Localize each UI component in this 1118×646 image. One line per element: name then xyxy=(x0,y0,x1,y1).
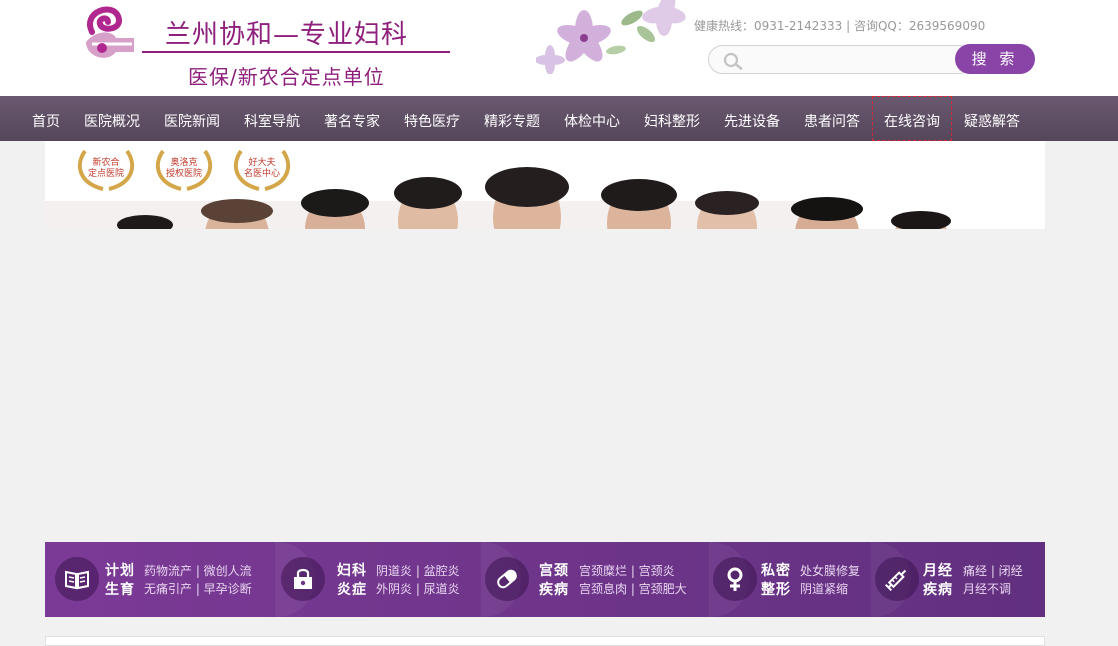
flower-decoration-icon xyxy=(536,0,686,74)
category-title-line-2: 炎症 xyxy=(337,582,367,598)
category-cervical-disease[interactable]: 宫颈 疾病 宫颈糜烂 | 宫颈炎 宫颈息肉 | 宫颈肥大 xyxy=(485,542,709,617)
nav-item-department-guide[interactable]: 科室导航 xyxy=(232,96,312,141)
category-title-line-1: 计划 xyxy=(105,563,135,579)
award-text: 好大夫 名医中心 xyxy=(243,158,280,179)
syringe-icon xyxy=(884,569,907,592)
award-badge-haodaifu: 好大夫 名医中心 xyxy=(229,145,295,193)
category-link-row[interactable]: 无痛引产 | 早孕诊断 xyxy=(144,580,252,598)
category-menstrual-disease[interactable]: 月经 疾病 痛经 | 闭经 月经不调 xyxy=(875,542,1043,617)
category-title-line-2: 疾病 xyxy=(923,582,953,598)
category-link-row[interactable]: 宫颈糜烂 | 宫颈炎 xyxy=(579,562,687,580)
category-links[interactable]: 痛经 | 闭经 月经不调 xyxy=(963,562,1023,598)
empty-content-area xyxy=(0,229,1118,542)
bottom-content-panel xyxy=(45,636,1045,646)
category-title-line-1: 妇科 xyxy=(337,563,367,579)
site-header: 兰州协和—专业妇科 医保/新农合定点单位 健康热线：0931-2142333 |… xyxy=(0,0,1118,96)
category-links[interactable]: 宫颈糜烂 | 宫颈炎 宫颈息肉 | 宫颈肥大 xyxy=(579,562,687,598)
category-gyn-inflammation[interactable]: 妇科 炎症 阴道炎 | 盆腔炎 外阴炎 | 尿道炎 xyxy=(281,542,481,617)
logo-icon[interactable] xyxy=(72,2,138,66)
experts-banner[interactable]: 新农合 定点医院 奥洛克 授权医院 好大夫 名医中心 xyxy=(45,141,1045,229)
category-link-row[interactable]: 月经不调 xyxy=(963,580,1023,598)
category-private-plastic[interactable]: 私密 整形 处女膜修复 阴道紧缩 xyxy=(713,542,873,617)
category-link-row[interactable]: 痛经 | 闭经 xyxy=(963,562,1023,580)
category-icon-circle xyxy=(55,557,99,601)
nav-item-home[interactable]: 首页 xyxy=(20,96,72,141)
nav-item-hospital-overview[interactable]: 医院概况 xyxy=(72,96,152,141)
nav-item-featured-topics[interactable]: 精彩专题 xyxy=(472,96,552,141)
category-title[interactable]: 宫颈 疾病 xyxy=(539,562,569,600)
award-badge-aoluoke: 奥洛克 授权医院 xyxy=(151,145,217,193)
category-links[interactable]: 处女膜修复 阴道紧缩 xyxy=(800,562,860,598)
category-links[interactable]: 药物流产 | 微创人流 无痛引产 | 早孕诊断 xyxy=(144,562,252,598)
nav-item-health-checkup[interactable]: 体检中心 xyxy=(552,96,632,141)
category-title[interactable]: 月经 疾病 xyxy=(923,562,953,600)
nav-item-famous-experts[interactable]: 著名专家 xyxy=(312,96,392,141)
lock-icon xyxy=(294,568,312,589)
nav-item-hospital-news[interactable]: 医院新闻 xyxy=(152,96,232,141)
nav-item-faq[interactable]: 疑惑解答 xyxy=(952,96,1032,141)
category-title[interactable]: 私密 整形 xyxy=(761,562,791,600)
logo-subtitle: 医保/新农合定点单位 xyxy=(188,65,385,89)
search-icon xyxy=(723,52,743,70)
nav-item-advanced-equipment[interactable]: 先进设备 xyxy=(712,96,792,141)
female-symbol-icon xyxy=(727,567,743,591)
award-text: 奥洛克 授权医院 xyxy=(165,158,202,179)
award-text: 新农合 定点医院 xyxy=(87,158,124,179)
category-links[interactable]: 阴道炎 | 盆腔炎 外阴炎 | 尿道炎 xyxy=(376,562,460,598)
search-button[interactable]: 搜 索 xyxy=(955,44,1035,74)
category-link-row[interactable]: 阴道紧缩 xyxy=(800,580,860,598)
category-link-row[interactable]: 处女膜修复 xyxy=(800,562,860,580)
category-link-row[interactable]: 药物流产 | 微创人流 xyxy=(144,562,252,580)
category-link-row[interactable]: 阴道炎 | 盆腔炎 xyxy=(376,562,460,580)
search-input[interactable] xyxy=(749,50,959,70)
main-nav: 首页 医院概况 医院新闻 科室导航 著名专家 特色医疗 精彩专题 体检中心 妇科… xyxy=(0,96,1118,141)
category-icon-circle xyxy=(281,557,325,601)
nav-item-patient-qa[interactable]: 患者问答 xyxy=(792,96,872,141)
logo-title: 兰州协和—专业妇科 xyxy=(165,20,409,50)
category-title[interactable]: 计划 生育 xyxy=(105,562,135,600)
category-link-row[interactable]: 宫颈息肉 | 宫颈肥大 xyxy=(579,580,687,598)
nav-item-gyn-plastic[interactable]: 妇科整形 xyxy=(632,96,712,141)
hotline-text: 健康热线：0931-2142333 | 咨询QQ：2639569090 xyxy=(694,19,986,33)
category-icon-circle xyxy=(875,557,919,601)
category-bar: 计划 生育 药物流产 | 微创人流 无痛引产 | 早孕诊断 妇科 炎症 阴道炎 … xyxy=(45,542,1045,617)
search-box[interactable] xyxy=(708,45,974,74)
category-title-line-2: 生育 xyxy=(105,582,135,598)
category-icon-circle xyxy=(713,557,757,601)
logo-divider xyxy=(142,51,450,53)
award-badge-xinnonghe: 新农合 定点医院 xyxy=(73,145,139,193)
book-icon xyxy=(65,570,89,590)
category-title[interactable]: 妇科 炎症 xyxy=(337,562,367,600)
category-title-line-2: 疾病 xyxy=(539,582,569,598)
category-icon-circle xyxy=(485,557,529,601)
category-title-line-2: 整形 xyxy=(761,582,791,598)
category-title-line-1: 宫颈 xyxy=(539,563,569,579)
nav-item-online-consult[interactable]: 在线咨询 xyxy=(872,96,952,141)
nav-list: 首页 医院概况 医院新闻 科室导航 著名专家 特色医疗 精彩专题 体检中心 妇科… xyxy=(20,96,1032,141)
category-title-line-1: 月经 xyxy=(923,563,953,579)
category-link-row[interactable]: 外阴炎 | 尿道炎 xyxy=(376,580,460,598)
pill-icon xyxy=(497,569,517,589)
nav-item-special-treatment[interactable]: 特色医疗 xyxy=(392,96,472,141)
category-family-planning[interactable]: 计划 生育 药物流产 | 微创人流 无痛引产 | 早孕诊断 xyxy=(55,542,277,617)
category-title-line-1: 私密 xyxy=(761,563,791,579)
